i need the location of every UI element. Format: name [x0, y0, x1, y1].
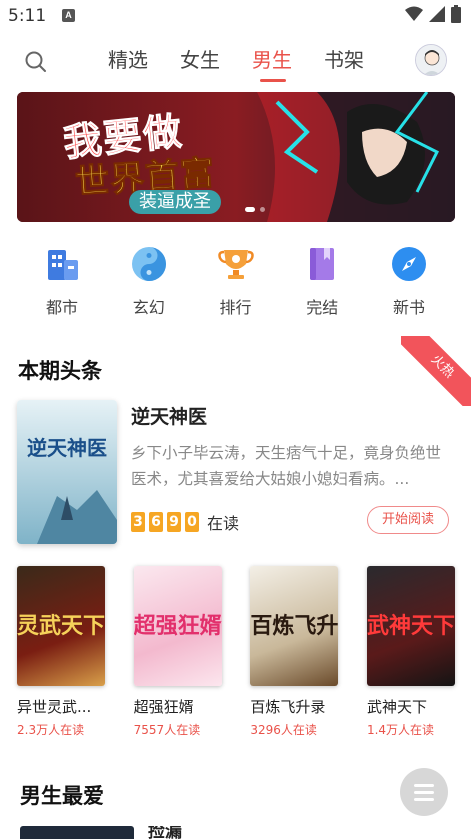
channel-tabs: 精选 女生 男生 书架	[92, 40, 380, 82]
book-title: 武神天下	[366, 698, 427, 716]
book-readers: 7557人在读	[133, 723, 201, 737]
promo-banner[interactable]: 我要做 世界首富 装逼成圣	[17, 92, 455, 222]
reader-digit: 3	[131, 512, 145, 532]
cover-title: 百炼飞升	[250, 613, 339, 639]
category-dushi[interactable]: 都市	[32, 244, 92, 318]
avatar[interactable]	[415, 44, 447, 76]
category-paihang[interactable]: 排行	[206, 244, 266, 318]
battery-icon	[451, 5, 461, 23]
top-nav: 精选 女生 男生 书架	[0, 40, 471, 84]
book-card[interactable]: 武神天下 武神天下 1.4万人在读	[366, 566, 457, 738]
reader-digit: 0	[185, 512, 199, 532]
menu-fab-button[interactable]	[400, 768, 448, 816]
cover-title: 武神天下	[366, 613, 455, 639]
yin-yang-icon	[131, 247, 166, 281]
section-title-favorites: 男生最爱	[20, 784, 104, 808]
tab-shujia[interactable]: 书架	[308, 40, 380, 80]
start-reading-button[interactable]: 开始阅读	[367, 506, 449, 534]
notification-icon: A	[62, 9, 75, 22]
pager-dot	[260, 207, 265, 212]
category-label: 玄幻	[132, 298, 165, 317]
category-xinshu[interactable]: 新书	[379, 244, 439, 318]
featured-book[interactable]: 逆天神医 逆天神医 乡下小子毕云涛，天生痞气十足，竟身负绝世医术，尤其喜爱给大姑…	[17, 400, 457, 546]
next-book-cover[interactable]	[20, 826, 134, 839]
trophy-icon	[217, 250, 254, 279]
book-readers: 3296人在读	[250, 723, 317, 737]
category-wanjie[interactable]: 完结	[292, 244, 352, 318]
book-cover[interactable]: 超强狂婿	[133, 566, 222, 686]
menu-line	[414, 790, 434, 794]
category-label: 都市	[45, 298, 78, 317]
book-cover[interactable]: 逆天神医	[17, 400, 117, 544]
book-title: 逆天神医	[131, 406, 208, 428]
pager-dot-active	[245, 207, 255, 212]
book-card[interactable]: 灵武天下 异世灵武... 2.3万人在读	[17, 566, 107, 738]
menu-line	[414, 797, 434, 801]
book-title: 异世灵武...	[17, 698, 92, 716]
cover-title: 灵武天下	[17, 613, 105, 639]
banner-subtitle: 装逼成圣	[129, 190, 221, 214]
cover-art	[17, 400, 117, 544]
tab-nvsheng[interactable]: 女生	[164, 40, 236, 80]
category-label: 完结	[306, 298, 339, 317]
tab-jingxuan[interactable]: 精选	[92, 40, 164, 80]
category-label: 排行	[219, 298, 252, 317]
cover-title: 逆天神医	[27, 436, 107, 460]
city-building-icon	[48, 250, 78, 280]
system-icons	[405, 5, 461, 23]
banner-pager	[245, 207, 265, 212]
hot-badge: 火热	[401, 336, 471, 406]
book-card[interactable]: 百炼飞升 百炼飞升录 3296人在读	[250, 566, 340, 738]
menu-line	[414, 783, 434, 787]
search-icon[interactable]	[24, 50, 48, 74]
book-card[interactable]: 超强狂婿 超强狂婿 7557人在读	[133, 566, 224, 738]
status-time: 5:11	[8, 6, 47, 26]
signal-icon	[429, 6, 445, 22]
category-label: 新书	[392, 298, 425, 317]
book-title: 超强狂婿	[133, 698, 194, 716]
book-icon	[310, 248, 335, 280]
book-title: 百炼飞升录	[250, 698, 326, 716]
section-title-headline: 本期头条	[18, 359, 102, 383]
category-row: 都市 玄幻 排行 完结 新书	[18, 244, 453, 318]
compass-icon	[392, 247, 426, 281]
user-avatar-icon	[416, 45, 446, 75]
category-xuanhuan[interactable]: 玄幻	[119, 244, 179, 318]
book-cover[interactable]: 灵武天下	[17, 566, 105, 686]
reader-label: 在读	[207, 514, 240, 533]
book-readers: 2.3万人在读	[17, 723, 85, 737]
reader-count: 3 6 9 0 在读	[131, 510, 239, 534]
next-book-title: 捡漏	[148, 826, 182, 839]
tab-nansheng[interactable]: 男生	[236, 40, 308, 82]
status-bar: 5:11 A	[0, 0, 471, 32]
wifi-icon	[405, 6, 423, 21]
book-cover[interactable]: 武神天下	[366, 566, 455, 686]
reader-digit: 6	[149, 512, 163, 532]
book-readers: 1.4万人在读	[366, 723, 435, 737]
book-cover[interactable]: 百炼飞升	[250, 566, 339, 686]
cover-title: 超强狂婿	[133, 613, 222, 639]
reader-digit: 9	[167, 512, 181, 532]
hot-ribbon: 火热	[401, 336, 471, 406]
book-description: 乡下小子毕云涛，天生痞气十足，竟身负绝世医术，尤其喜爱给大姑娘小媳妇看病。...	[131, 444, 442, 488]
book-grid: 灵武天下 异世灵武... 2.3万人在读 超强狂婿 超强狂婿 7557人在读 百…	[17, 566, 457, 738]
